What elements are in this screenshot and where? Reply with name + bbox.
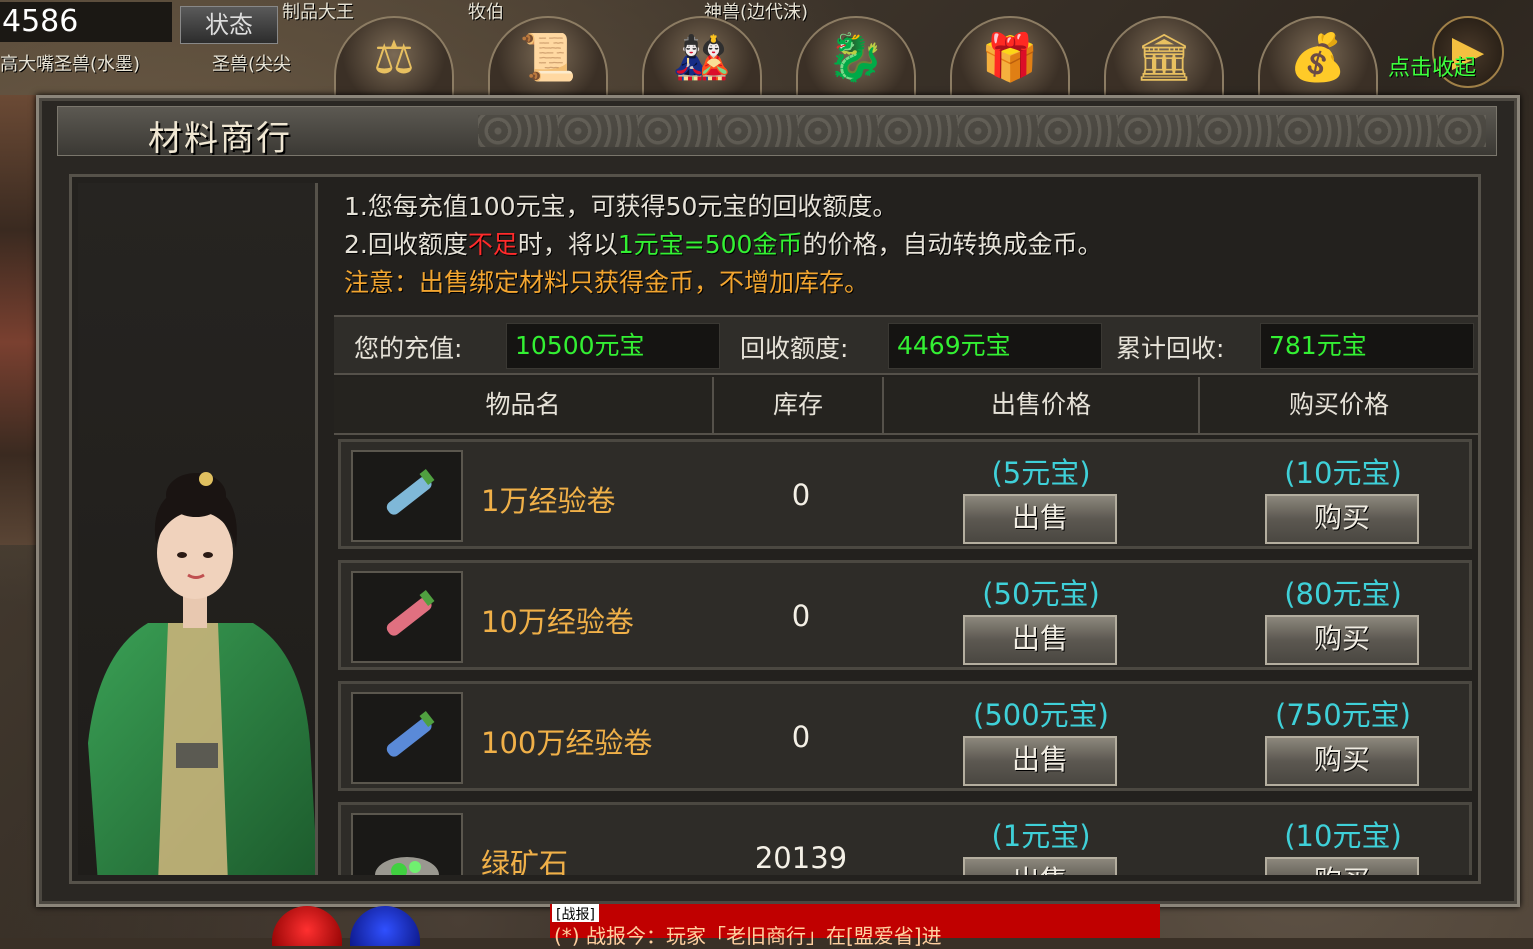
item-stock: 20139 [754, 841, 848, 875]
table-row: 100万经验卷 0 (500元宝) 出售 (750元宝) 购买 [338, 681, 1472, 791]
collapse-text[interactable]: 点击收起 [1388, 50, 1476, 82]
notice-line-2-a: 2.回收额度 [344, 230, 468, 259]
notice-line-1: 1.您每充值100元宝，可获得50元宝的回收额度。 [344, 192, 898, 221]
sell-button[interactable]: 出售 [963, 736, 1117, 786]
buy-button[interactable]: 购买 [1265, 615, 1419, 665]
sell-button[interactable]: 出售 [963, 494, 1117, 544]
golden-dragon-icon-glyph: 🐉 [827, 30, 885, 84]
buy-button[interactable]: 购买 [1265, 736, 1419, 786]
table-header: 物品名 库存 出售价格 购买价格 [334, 377, 1478, 435]
material-shop-dialog: 材料商行 1.您每充值100元宝，可获得50元宝的回收额度。 2.回收额度不足时… [36, 95, 1520, 907]
hud-label: 高大嘴圣兽(水墨) [0, 54, 141, 75]
left-side-panel [0, 95, 36, 545]
total-label: 累计回收: [1116, 334, 1225, 363]
hud-label: 圣兽(尖尖 [212, 54, 292, 75]
buy-price: (10元宝) [1284, 456, 1402, 490]
header-sell-price: 出售价格 [884, 377, 1200, 433]
scroll-icon-glyph: 📜 [519, 30, 577, 84]
merchant-lady-icon [88, 472, 315, 875]
quota-value: 4469元宝 [888, 323, 1102, 369]
title-ornament [478, 115, 1486, 147]
green-ore-icon [375, 857, 439, 875]
notice-warning: 注意：出售绑定材料只获得金币，不增加库存。 [344, 268, 870, 297]
buy-button[interactable]: 购买 [1265, 494, 1419, 544]
dialog-title: 材料商行 [148, 119, 292, 159]
buy-price: (10元宝) [1284, 819, 1402, 853]
buy-button[interactable]: 购买 [1265, 857, 1419, 875]
hud-label: 制品大王 [282, 2, 354, 23]
merchant-portrait [78, 183, 318, 875]
hud-label: 牧伯 [468, 2, 504, 23]
recharge-value: 10500元宝 [506, 323, 720, 369]
lucky-doll-icon-glyph: 🎎 [673, 30, 731, 84]
header-item-name: 物品名 [334, 377, 714, 433]
header-stock: 库存 [714, 377, 884, 433]
item-list[interactable]: 1万经验卷 0 (5元宝) 出售 (10元宝) 购买 10万经验卷 0 (50元宝) 出售 (80元… [334, 439, 1478, 875]
level-number: 4586 [0, 2, 172, 42]
header-buy-price: 购买价格 [1288, 390, 1389, 419]
item-slot[interactable] [351, 813, 463, 875]
item-slot[interactable] [351, 450, 463, 542]
treasure-seal-icon-glyph: 🏛 [1134, 30, 1194, 84]
dialog-body: 1.您每充值100元宝，可获得50元宝的回收额度。 2.回收额度不足时，将以1元… [69, 174, 1481, 884]
balance-scale-icon-glyph: ⚖ [373, 30, 415, 84]
recharge-stats: 您的充值: 10500元宝 回收额度: 4469元宝 累计回收: 781元宝 [334, 315, 1478, 375]
item-stock: 0 [791, 599, 811, 633]
gift-box-icon-glyph: 🎁 [981, 30, 1039, 84]
gold-ingot-icon-glyph: 💰 [1289, 30, 1347, 84]
total-value: 781元宝 [1260, 323, 1474, 369]
red-scroll-icon [386, 590, 435, 636]
item-slot[interactable] [351, 571, 463, 663]
table-row: 绿矿石 20139 (1元宝) 出售 (10元宝) 购买 [338, 802, 1472, 875]
item-name: 1万经验卷 [481, 484, 616, 518]
buy-price: (750元宝) [1275, 698, 1411, 732]
sell-button[interactable]: 出售 [963, 615, 1117, 665]
quota-label: 回收额度: [740, 334, 849, 363]
sell-button[interactable]: 出售 [963, 857, 1117, 875]
notice-line-2: 2.回收额度不足时，将以1元宝=500金币的价格，自动转换成金币。 [344, 225, 1102, 261]
sell-price: (50元宝) [982, 577, 1100, 611]
dialog-titlebar: 材料商行 [57, 106, 1497, 159]
chat-message: (*) 战报今：玩家「老旧商行」在[盟爱省]进 [554, 924, 942, 948]
item-name: 10万经验卷 [481, 605, 634, 639]
notice-exchange-rate: 1元宝=500金币 [617, 230, 803, 259]
sell-price: (500元宝) [973, 698, 1109, 732]
status-button[interactable]: 状态 [180, 6, 278, 44]
item-name: 100万经验卷 [481, 726, 653, 760]
table-row: 1万经验卷 0 (5元宝) 出售 (10元宝) 购买 [338, 439, 1472, 549]
item-name: 绿矿石 [481, 847, 569, 875]
notice-line-2-b: 时，将以 [517, 230, 618, 259]
sell-price: (1元宝) [991, 819, 1091, 853]
blue-red-scroll-icon [386, 711, 435, 757]
item-slot[interactable] [351, 692, 463, 784]
item-stock: 0 [791, 720, 811, 754]
buy-price: (80元宝) [1284, 577, 1402, 611]
recharge-label: 您的充值: [354, 334, 463, 363]
table-row: 10万经验卷 0 (50元宝) 出售 (80元宝) 购买 [338, 560, 1472, 670]
sell-price: (5元宝) [991, 456, 1091, 490]
notice-insufficient: 不足 [467, 230, 518, 259]
chat-bar[interactable]: [战报] (*) 战报今：玩家「老旧商行」在[盟爱省]进 [550, 904, 1160, 948]
blue-scroll-icon [386, 469, 435, 515]
notice-line-2-c: 的价格，自动转换成金币。 [802, 230, 1103, 259]
item-stock: 0 [791, 478, 811, 512]
